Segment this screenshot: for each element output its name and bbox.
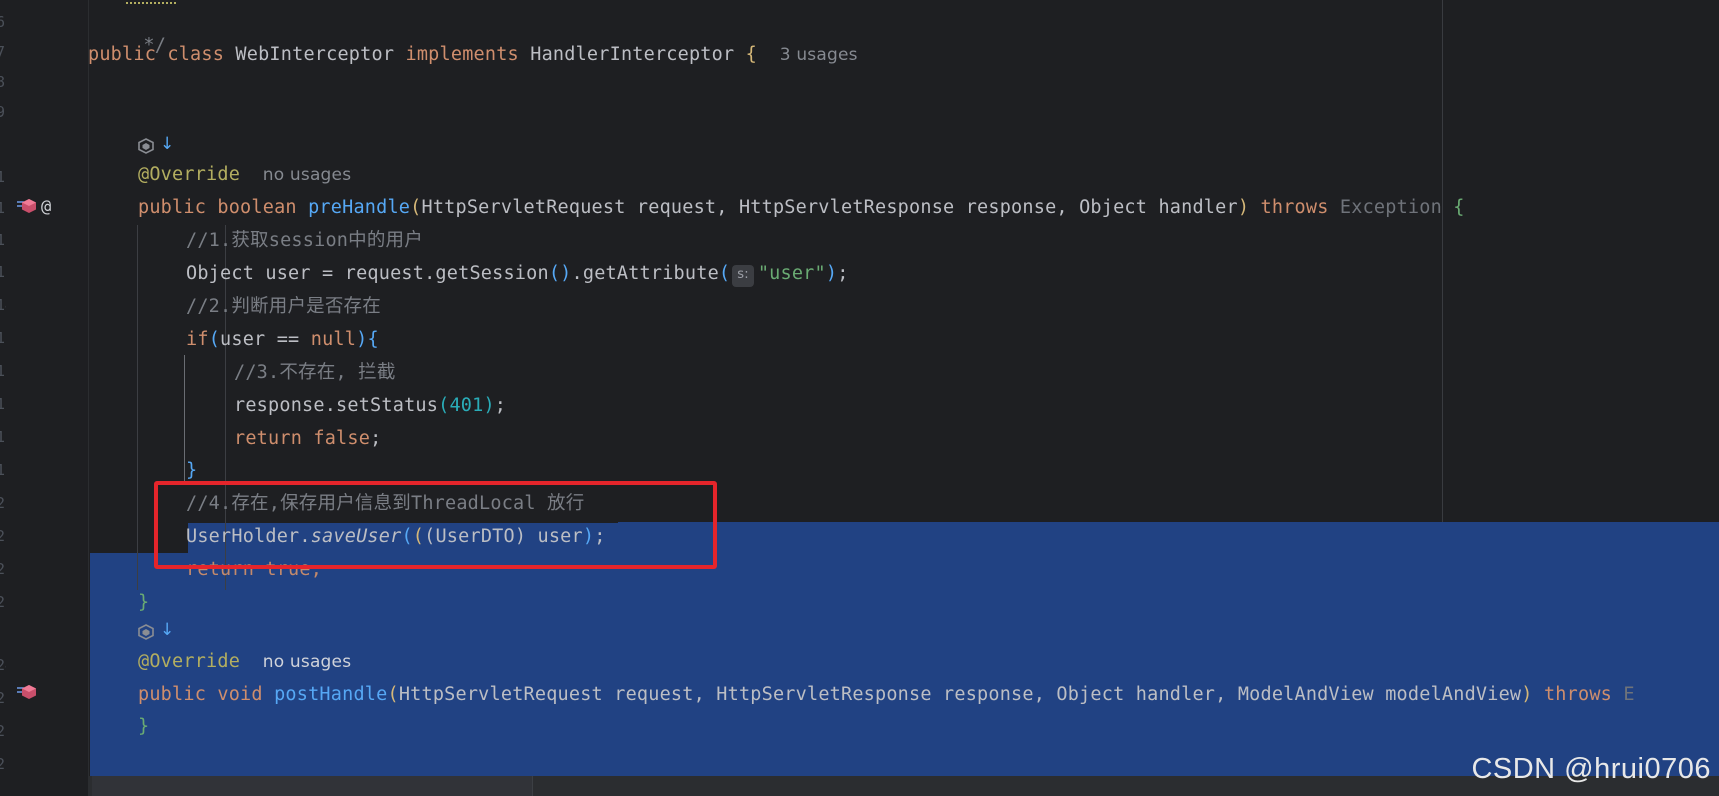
code-line-if: if(user == null){ <box>186 329 379 350</box>
line-number: 24 <box>0 656 6 674</box>
line-number-gutter: 6 7 8 9 10 11 12 13 14 15 16 17 18 19 20… <box>0 0 89 796</box>
line-number: 7 <box>0 43 6 61</box>
usages-hint[interactable]: 3 usages <box>780 45 858 65</box>
line-number: 16 <box>0 362 6 380</box>
line-number: 11 <box>0 199 6 217</box>
code-line-comment: //3.不存在, 拦截 <box>234 362 396 383</box>
code-line-brace: } <box>138 592 150 613</box>
code-line-comment: //2.判断用户是否存在 <box>186 296 381 317</box>
doc-tag-underline <box>126 0 176 4</box>
line-number: 26 <box>0 722 6 740</box>
implementing-method-icon[interactable] <box>16 683 38 701</box>
param-name-hint: s: <box>732 265 754 287</box>
usages-hint[interactable]: no usages <box>263 652 352 672</box>
line-number: 8 <box>0 73 6 91</box>
usages-hint[interactable]: no usages <box>263 165 352 185</box>
arrow-down-icon[interactable]: ↓ <box>160 620 174 640</box>
line-number: 17 <box>0 395 6 413</box>
indent-guide <box>184 355 185 485</box>
arrow-down-icon[interactable]: ↓ <box>160 134 174 154</box>
bottom-tab[interactable] <box>92 776 533 796</box>
code-line-method-signature: public void postHandle(HttpServletReques… <box>138 684 1635 705</box>
code-line: */ <box>143 35 167 56</box>
annotation-at-icon[interactable]: @ <box>41 197 51 217</box>
code-line-comment: //1.获取session中的用户 <box>186 230 423 251</box>
selection-highlight <box>618 522 1719 553</box>
code-line-return: return false; <box>234 428 382 449</box>
code-line-method-signature: public boolean preHandle(HttpServletRequ… <box>138 197 1465 218</box>
line-number: 6 <box>0 13 6 31</box>
watermark-text: CSDN @hrui0706 <box>1471 753 1711 785</box>
implementing-method-icon[interactable] <box>16 197 38 215</box>
code-line-brace: } <box>186 460 198 481</box>
line-number: 14 <box>0 296 6 314</box>
line-number: 12 <box>0 231 6 249</box>
line-number: 19 <box>0 461 6 479</box>
line-number: 10 <box>0 168 6 186</box>
line-number: 18 <box>0 428 6 446</box>
line-number: 21 <box>0 527 6 545</box>
implemented-method-icon[interactable] <box>137 624 157 642</box>
line-number: 15 <box>0 329 6 347</box>
code-editor[interactable]: */ public class WebInterceptor implement… <box>88 0 1719 796</box>
code-line-class-declaration: public class WebInterceptor implements H… <box>88 44 858 65</box>
line-number: 13 <box>0 263 6 281</box>
code-line: Object user = request.getSession().getAt… <box>186 262 849 287</box>
line-number: 20 <box>0 494 6 512</box>
code-line: response.setStatus(401); <box>234 395 507 416</box>
line-number: 23 <box>0 593 6 611</box>
implemented-method-icon[interactable] <box>137 138 157 156</box>
line-number: 27 <box>0 755 6 773</box>
line-number: 22 <box>0 560 6 578</box>
line-number: 9 <box>0 103 6 121</box>
code-line-annotation: @Override no usages <box>138 651 352 672</box>
highlight-annotation-box <box>154 481 717 569</box>
code-line-brace: } <box>138 716 150 737</box>
line-number: 25 <box>0 689 6 707</box>
indent-guide <box>137 225 138 590</box>
code-line-annotation: @Override no usages <box>138 164 352 185</box>
